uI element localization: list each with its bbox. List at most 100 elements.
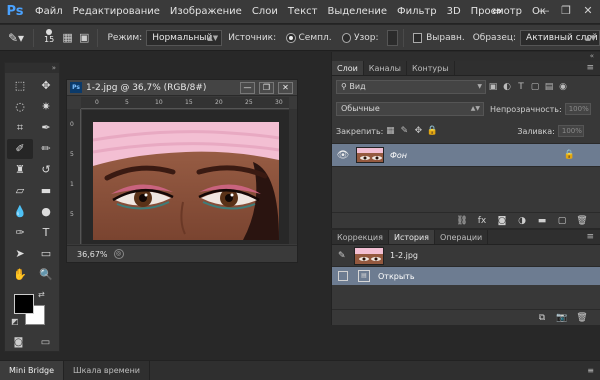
lasso-tool-icon[interactable]: ◌	[7, 97, 33, 117]
sample-select[interactable]: Активный слой ▲▼	[520, 29, 600, 46]
brush-size-picker[interactable]: 15	[39, 28, 59, 48]
shape-tool-icon[interactable]: ▭	[33, 244, 59, 264]
history-brush-tool-icon[interactable]: ↺	[33, 160, 59, 180]
brush-tool-icon[interactable]: ✏	[33, 139, 59, 159]
adjustment-layer-icon[interactable]: ◑	[516, 216, 528, 226]
tab-layers[interactable]: Слои	[332, 61, 364, 75]
source-pattern-radio[interactable]	[341, 32, 351, 43]
tab-history[interactable]: История	[388, 230, 435, 244]
minimize-icon[interactable]: —	[538, 4, 550, 18]
layer-thumbnail	[356, 147, 384, 163]
swap-colors-icon[interactable]: ⇄	[38, 290, 45, 299]
tab-timeline[interactable]: Шкала времени	[64, 361, 150, 380]
filter-pixel-icon[interactable]: ▣	[486, 81, 500, 93]
layer-style-icon[interactable]: fx	[476, 216, 488, 226]
tab-channels[interactable]: Каналы	[364, 61, 407, 75]
document-scrollbar[interactable]	[289, 109, 297, 244]
clone-source-icon[interactable]: ▣	[76, 29, 93, 47]
brush-panel-icon[interactable]: ▦	[59, 29, 76, 47]
history-snapshot[interactable]: ✎ 1-2.jpg	[332, 245, 600, 267]
new-snapshot-icon[interactable]: 📷	[556, 313, 568, 323]
opacity-input[interactable]: 100%	[564, 103, 591, 115]
doc-close-icon[interactable]: ✕	[278, 82, 293, 94]
fill-input[interactable]: 100%	[557, 125, 584, 137]
layer-name[interactable]: Фон	[390, 151, 407, 160]
layer-filter-select[interactable]: ⚲ Вид ▼	[336, 80, 486, 94]
trash-icon[interactable]: 🗑	[576, 216, 588, 226]
blend-mode-select[interactable]: Обычные ▲▼	[336, 102, 484, 116]
panel-menu-icon[interactable]: ≡	[586, 230, 600, 244]
gradient-tool-icon[interactable]: ▬	[33, 181, 59, 201]
zoom-level[interactable]: 36,67%	[77, 250, 108, 259]
filter-toggle-icon[interactable]: ◉	[556, 81, 570, 93]
hand-tool-icon[interactable]: ✋	[7, 265, 33, 285]
new-document-from-state-icon[interactable]: ⧉	[536, 313, 548, 323]
photo-eyes-image[interactable]	[93, 122, 279, 240]
pen-tool-icon[interactable]: ✑	[7, 223, 33, 243]
quick-mask-icon[interactable]: ◙	[10, 336, 28, 350]
lock-transparency-icon[interactable]: ▦	[383, 125, 397, 137]
screen-mode-icon[interactable]: ▭	[37, 336, 55, 350]
layer-row-background[interactable]: 👁 Фон 🔒	[332, 143, 600, 167]
source-sampled-radio[interactable]	[286, 32, 296, 43]
type-tool-icon[interactable]: T	[33, 223, 59, 243]
history-state-open[interactable]: ▤ Открыть	[332, 267, 600, 285]
move-tool-icon[interactable]: ✥	[33, 76, 59, 96]
foreground-color[interactable]	[14, 294, 34, 314]
menu-filter[interactable]: Фильтр	[392, 6, 442, 17]
canvas-area[interactable]	[82, 110, 290, 244]
visibility-eye-icon[interactable]: 👁	[332, 150, 354, 161]
bottom-panel-menu-icon[interactable]: ≡	[587, 361, 600, 380]
tab-adjustments[interactable]: Коррекция	[332, 230, 389, 244]
eyedropper-tool-icon[interactable]: ✒	[33, 118, 59, 138]
filter-adjustment-icon[interactable]: ◐	[500, 81, 514, 93]
tab-actions[interactable]: Операции	[435, 230, 489, 244]
lock-all-icon[interactable]: 🔒	[425, 125, 439, 137]
path-selection-tool-icon[interactable]: ➤	[7, 244, 33, 264]
pattern-picker[interactable]	[386, 29, 398, 46]
menu-edit[interactable]: Редактирование	[68, 6, 165, 17]
menu-layers[interactable]: Слои	[247, 6, 283, 17]
mode-value: Нормальный	[152, 32, 213, 43]
panel-collapse-icon[interactable]: «	[332, 52, 600, 61]
healing-brush-tool-icon[interactable]: ✐	[7, 139, 33, 159]
new-group-icon[interactable]: ▬	[536, 216, 548, 226]
clone-stamp-tool-icon[interactable]: ♜	[7, 160, 33, 180]
default-colors-icon[interactable]: ◩	[11, 317, 19, 326]
eraser-tool-icon[interactable]: ▱	[7, 181, 33, 201]
panel-menu-icon[interactable]: ≡	[586, 61, 600, 75]
menu-3d[interactable]: 3D	[442, 6, 466, 17]
tab-mini-bridge[interactable]: Mini Bridge	[0, 361, 65, 380]
restore-icon[interactable]: ❐	[560, 4, 572, 18]
history-brush-source-icon[interactable]: ✎	[338, 251, 350, 261]
menu-file[interactable]: Файл	[30, 6, 68, 17]
filter-type-icon[interactable]: T	[514, 81, 528, 93]
filter-shape-icon[interactable]: ▢	[528, 81, 542, 93]
menu-image[interactable]: Изображение	[165, 6, 247, 17]
menu-select[interactable]: Выделение	[322, 6, 392, 17]
dodge-tool-icon[interactable]: ●	[33, 202, 59, 222]
trash-icon[interactable]: 🗑	[576, 313, 588, 323]
close-icon[interactable]: ✕	[582, 4, 594, 18]
filter-smart-object-icon[interactable]: ▤	[542, 81, 556, 93]
magic-wand-tool-icon[interactable]: ✷	[33, 97, 59, 117]
zoom-tool-icon[interactable]: 🔍	[33, 265, 59, 285]
blur-tool-icon[interactable]: 💧	[7, 202, 33, 222]
link-layers-icon[interactable]: ⛓	[456, 216, 468, 226]
menu-text[interactable]: Текст	[283, 6, 323, 17]
lock-pixels-icon[interactable]: ✎	[397, 125, 411, 137]
doc-minimize-icon[interactable]: —	[240, 82, 255, 94]
tab-paths[interactable]: Контуры	[407, 61, 455, 75]
mode-select[interactable]: Нормальный ▲▼	[146, 29, 223, 46]
clone-stamp-preset-icon[interactable]: ✎▾	[4, 29, 28, 47]
lock-position-icon[interactable]: ✥	[411, 125, 425, 137]
crop-tool-icon[interactable]: ⌗	[7, 118, 33, 138]
tools-collapse-icon[interactable]: »	[5, 63, 59, 73]
new-layer-icon[interactable]: ▢	[556, 216, 568, 226]
status-info-icon[interactable]: ◎	[113, 249, 124, 259]
aligned-checkbox[interactable]	[412, 32, 423, 43]
history-brush-source-box[interactable]	[338, 271, 348, 281]
doc-restore-icon[interactable]: ❐	[259, 82, 274, 94]
add-mask-icon[interactable]: ◙	[496, 216, 508, 226]
marquee-tool-icon[interactable]: ⬚	[7, 76, 33, 96]
